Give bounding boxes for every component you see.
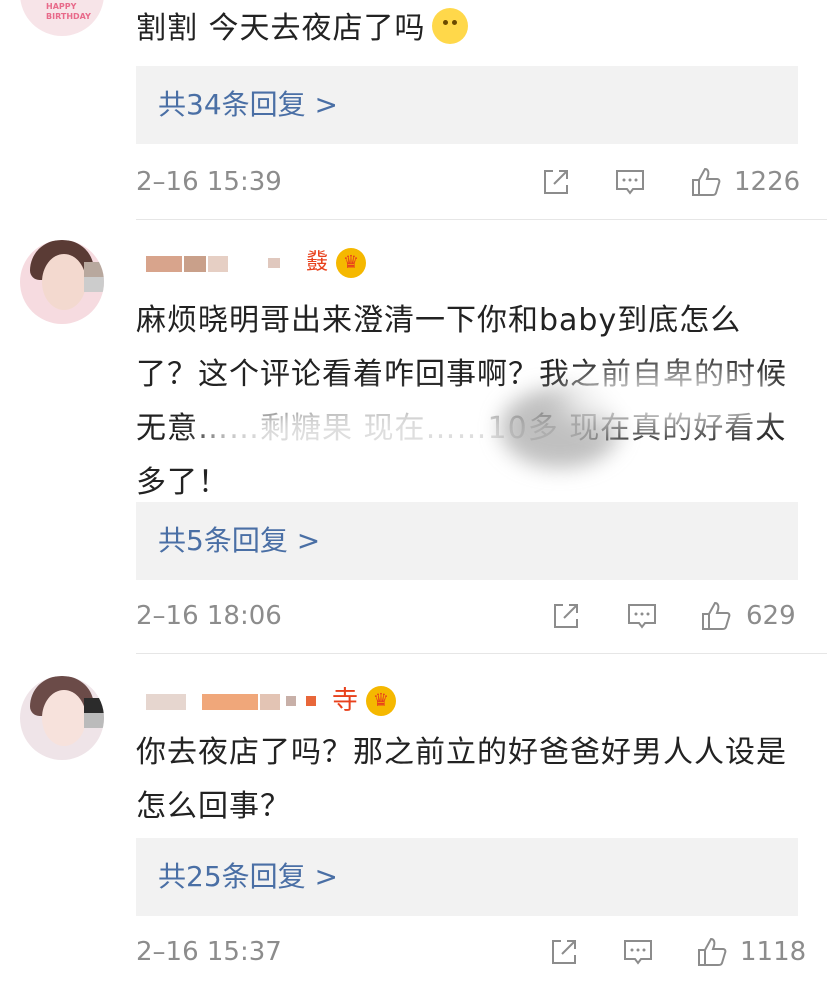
like-count: 1226 [734,167,801,197]
like-icon[interactable] [690,166,722,198]
comment-item: HAPPY BIRTHDAY 割割 今天去夜店了吗 共34条回复 > 2–16 … [0,0,827,218]
avatar[interactable] [20,240,104,324]
comment-text: 割割 今天去夜店了吗 [136,2,796,56]
share-icon[interactable] [548,936,580,968]
username[interactable]: 鼗 ♛ [146,248,386,278]
like-icon[interactable] [700,600,732,632]
like-count: 629 [746,601,796,631]
view-replies-link[interactable]: 共5条回复 > [158,502,320,580]
like-icon[interactable] [696,936,728,968]
crown-badge-icon: ♛ [336,248,366,278]
comment-meta: 2–16 15:37 1118 [136,932,806,972]
username-char: 鼗 [306,250,329,275]
avatar[interactable]: HAPPY BIRTHDAY [20,0,104,36]
avatar-caption: HAPPY BIRTHDAY [46,2,91,21]
view-replies-link[interactable]: 共34条回复 > [158,66,338,144]
share-icon[interactable] [540,166,572,198]
reply-box[interactable]: 共25条回复 > [136,838,798,916]
comment-item: 寺 ♛ 你去夜店了吗？那之前立的好爸爸好男人人设是怎么回事？ 共25条回复 > … [0,654,827,1000]
comment-time: 2–16 15:37 [136,937,282,967]
comment-meta: 2–16 18:06 629 [136,596,798,636]
username[interactable]: 寺 ♛ [146,686,406,716]
view-replies-link[interactable]: 共25条回复 > [158,838,338,916]
reply-box[interactable]: 共5条回复 > [136,502,798,580]
comment-meta: 2–16 15:39 1226 [136,162,801,202]
comment-time: 2–16 18:06 [136,601,282,631]
blurred-overlay [560,370,780,430]
blush-emoji [431,8,468,44]
crown-badge-icon: ♛ [366,686,396,716]
reply-box[interactable]: 共34条回复 > [136,66,798,144]
comment-time: 2–16 15:39 [136,167,282,197]
comment-icon[interactable] [614,166,646,198]
share-icon[interactable] [550,600,582,632]
like-count: 1118 [740,937,807,967]
username-char: 寺 [332,686,359,716]
comment-item: 鼗 ♛ 麻烦晓明哥出来澄清一下你和baby到底怎么了？这个评论看着咋回事啊？我之… [0,220,827,652]
comment-icon[interactable] [622,936,654,968]
comment-text: 你去夜店了吗？那之前立的好爸爸好男人人设是怎么回事？ [136,735,787,824]
avatar[interactable] [20,676,104,760]
comment-icon[interactable] [626,600,658,632]
